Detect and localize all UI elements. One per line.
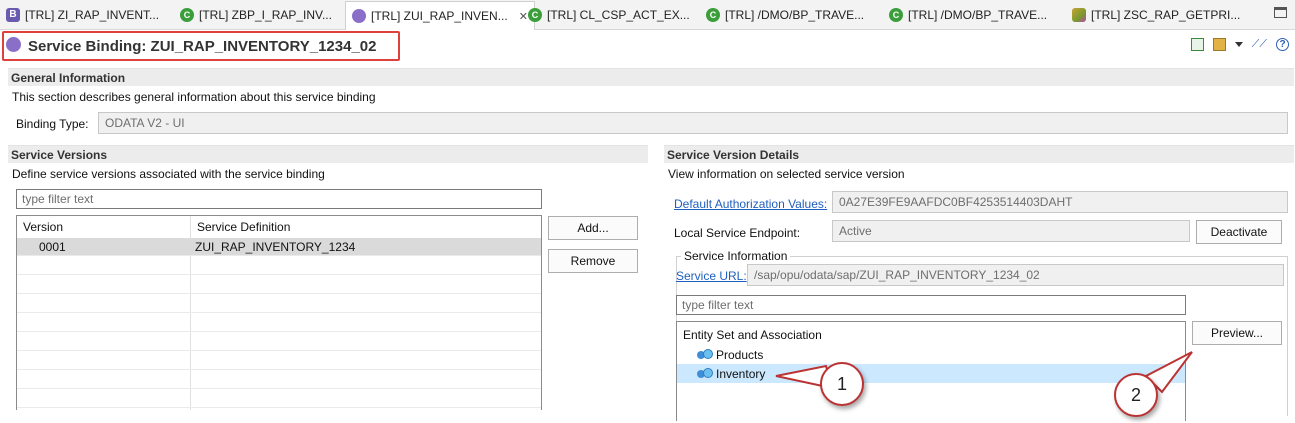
callout-2: 2 [1114, 373, 1158, 417]
callout-1: 1 [820, 362, 864, 406]
callout-pointers [775, 351, 1193, 394]
